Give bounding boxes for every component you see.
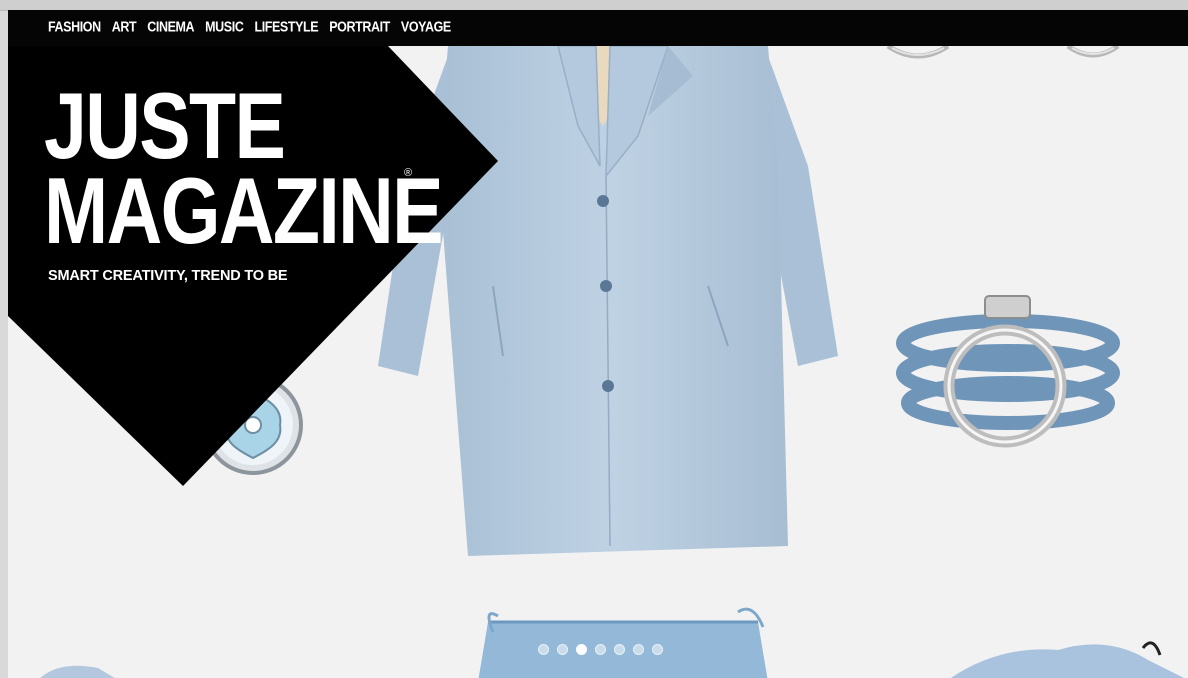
logo-line-magazine: MAGAZINE (44, 157, 444, 263)
nav-link-portrait[interactable]: PORTRAIT (329, 19, 390, 35)
nav-link-fashion[interactable]: FASHION (48, 19, 101, 35)
bracelet-image (896, 295, 1120, 448)
slider-dot[interactable] (652, 644, 663, 655)
registered-mark: ® (404, 167, 413, 179)
hero-slider[interactable]: FASHION ART CINEMA MUSIC LIFESTYLE PORTR… (8, 10, 1188, 678)
sneaker-image (951, 641, 1184, 678)
slider-pagination (538, 644, 663, 655)
main-nav: FASHION ART CINEMA MUSIC LIFESTYLE PORTR… (8, 10, 1188, 46)
bag-image (478, 607, 768, 678)
shoe-left-image (40, 665, 115, 678)
slider-dot[interactable] (614, 644, 625, 655)
slider-dot[interactable] (538, 644, 549, 655)
slider-dot[interactable] (576, 644, 587, 655)
site-logo: JUSTE MAGAZINE (44, 73, 444, 263)
tagline: SMART CREATIVITY, TREND TO BE (48, 268, 288, 284)
logo-line-juste: JUSTE (44, 73, 286, 178)
logo-block[interactable]: JUSTE MAGAZINE ® SMART CREATIVITY, TREND… (8, 46, 498, 486)
nav-link-lifestyle[interactable]: LIFESTYLE (254, 19, 318, 35)
nav-link-cinema[interactable]: CINEMA (147, 19, 194, 35)
nav-list: FASHION ART CINEMA MUSIC LIFESTYLE PORTR… (48, 18, 451, 36)
slider-dot[interactable] (633, 644, 644, 655)
slider-dot[interactable] (595, 644, 606, 655)
nav-link-voyage[interactable]: VOYAGE (401, 19, 451, 35)
slider-dot[interactable] (557, 644, 568, 655)
nav-link-art[interactable]: ART (112, 19, 137, 35)
nav-link-music[interactable]: MUSIC (205, 19, 244, 35)
